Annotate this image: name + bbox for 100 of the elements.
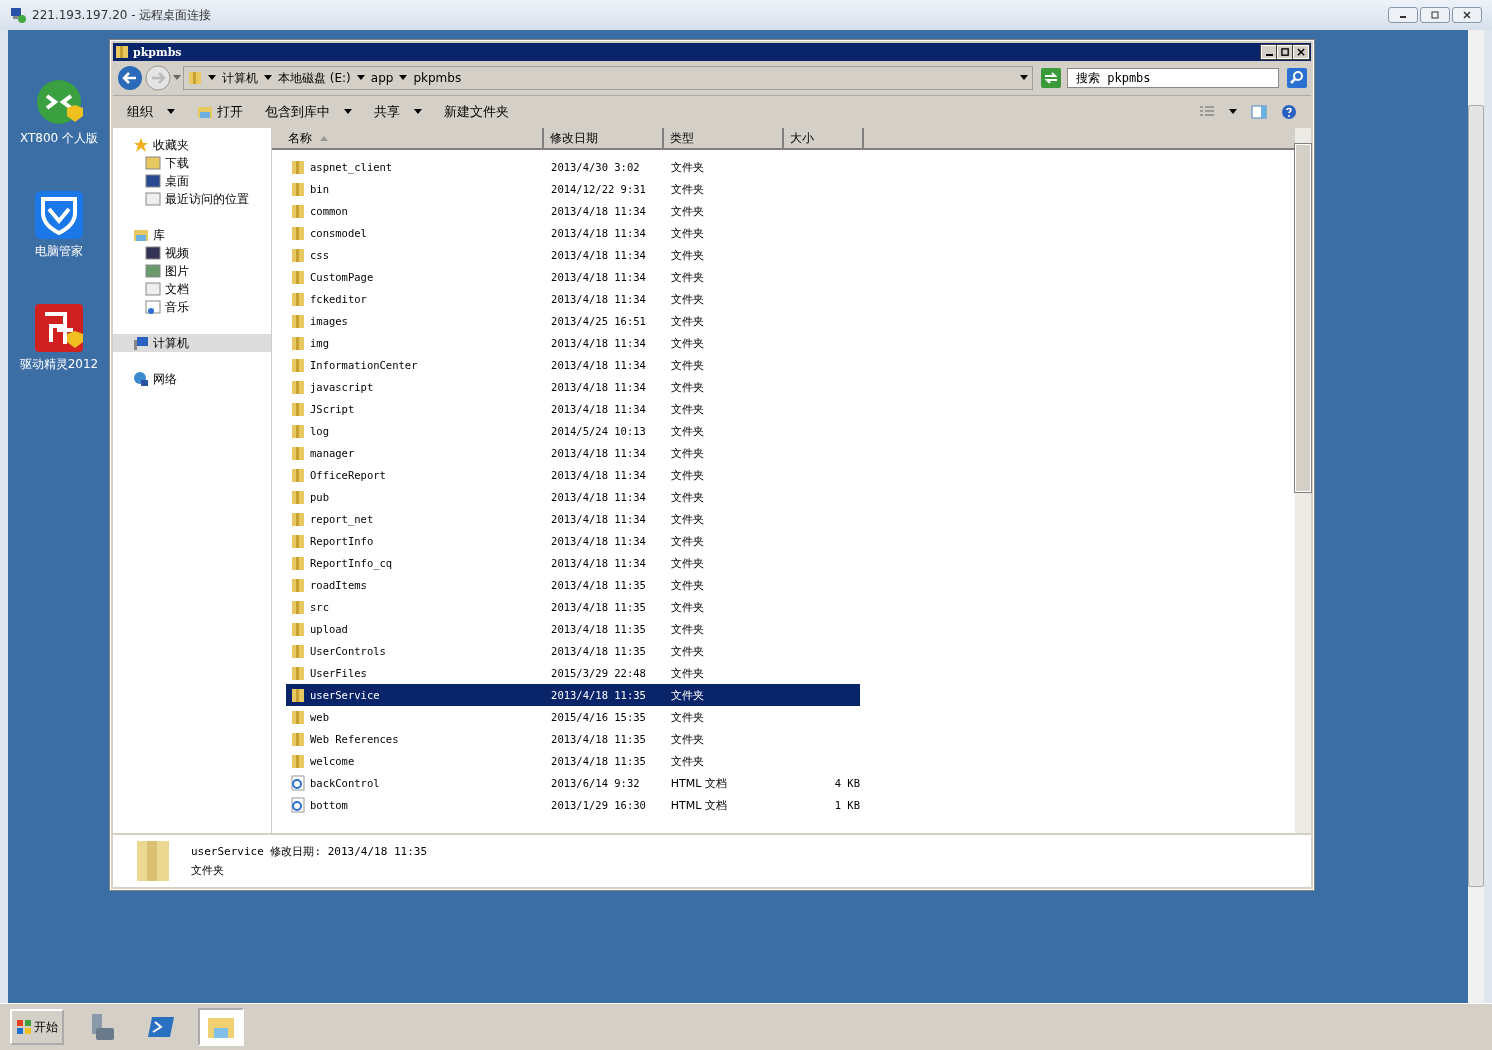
file-row[interactable]: consmodel 2013/4/18 11:34 文件夹 — [286, 222, 860, 244]
file-row[interactable]: ReportInfo_cq 2013/4/18 11:34 文件夹 — [286, 552, 860, 574]
file-row[interactable]: bin 2014/12/22 9:31 文件夹 — [286, 178, 860, 200]
nav-item[interactable]: 最近访问的位置 — [113, 190, 271, 208]
nav-item[interactable]: 文档 — [113, 280, 271, 298]
file-date: 2013/4/25 16:51 — [551, 315, 647, 327]
toolbar-button[interactable]: 新建文件夹 — [436, 99, 517, 125]
star-icon — [133, 137, 149, 153]
remote-control-icon[interactable] — [35, 78, 83, 126]
nav-item[interactable]: 桌面 — [113, 172, 271, 190]
file-row[interactable]: javascript 2013/4/18 11:34 文件夹 — [286, 376, 860, 398]
nav-item[interactable]: 下载 — [113, 154, 271, 172]
column-header[interactable]: 大小 — [784, 128, 864, 148]
minimize-button[interactable] — [1388, 7, 1418, 23]
file-row[interactable]: css 2013/4/18 11:34 文件夹 — [286, 244, 860, 266]
caret-icon[interactable] — [1020, 75, 1028, 81]
start-button[interactable]: 开始 — [10, 1009, 64, 1045]
file-row[interactable]: report_net 2013/4/18 11:34 文件夹 — [286, 508, 860, 530]
toolbar-button[interactable]: 共享 — [366, 99, 430, 125]
column-header[interactable]: 修改日期 — [544, 128, 664, 148]
file-row[interactable]: welcome 2013/4/18 11:35 文件夹 — [286, 750, 860, 772]
nav-item[interactable]: 音乐 — [113, 298, 271, 316]
nav-item[interactable]: 收藏夹 — [113, 136, 271, 154]
file-date: 2013/4/18 11:34 — [551, 557, 647, 569]
close-button[interactable] — [1452, 7, 1482, 23]
file-row[interactable]: src 2013/4/18 11:35 文件夹 — [286, 596, 860, 618]
file-row[interactable]: aspnet_client 2013/4/30 3:02 文件夹 — [286, 156, 860, 178]
file-row[interactable]: fckeditor 2013/4/18 11:34 文件夹 — [286, 288, 860, 310]
file-date: 2013/4/18 11:35 — [551, 601, 647, 613]
file-row[interactable]: CustomPage 2013/4/18 11:34 文件夹 — [286, 266, 860, 288]
windows-logo-icon — [16, 1019, 32, 1035]
maximize-button[interactable] — [1277, 45, 1293, 59]
file-row[interactable]: Web References 2013/4/18 11:35 文件夹 — [286, 728, 860, 750]
file-row[interactable]: images 2013/4/25 16:51 文件夹 — [286, 310, 860, 332]
desktop-icon-label[interactable]: 驱动精灵2012 — [19, 356, 99, 373]
file-row[interactable]: ReportInfo 2013/4/18 11:34 文件夹 — [286, 530, 860, 552]
file-type: HTML 文档 — [670, 775, 728, 791]
nav-item[interactable]: 计算机 — [113, 334, 271, 352]
caret-icon[interactable] — [264, 75, 272, 81]
nav-item[interactable]: 图片 — [113, 262, 271, 280]
folder-icon — [290, 753, 306, 769]
file-row[interactable]: common 2013/4/18 11:34 文件夹 — [286, 200, 860, 222]
file-row[interactable]: upload 2013/4/18 11:35 文件夹 — [286, 618, 860, 640]
caret-icon[interactable] — [1229, 109, 1237, 115]
column-header[interactable]: 名称 — [272, 128, 544, 148]
toolbar-button[interactable]: 打开 — [189, 99, 251, 125]
driver-app-icon[interactable] — [35, 304, 83, 352]
column-header[interactable]: 类型 — [664, 128, 784, 148]
file-date: 2013/4/18 11:34 — [551, 535, 647, 547]
folder-icon — [290, 731, 306, 747]
file-row[interactable]: log 2014/5/24 10:13 文件夹 — [286, 420, 860, 442]
file-row[interactable]: roadItems 2013/4/18 11:35 文件夹 — [286, 574, 860, 596]
folder-icon — [290, 423, 306, 439]
file-row[interactable]: bottom 2013/1/29 16:30 HTML 文档 1 KB — [286, 794, 860, 816]
file-row[interactable]: OfficeReport 2013/4/18 11:34 文件夹 — [286, 464, 860, 486]
breadcrumb-item[interactable]: pkpmbs — [413, 71, 462, 85]
file-row[interactable]: img 2013/4/18 11:34 文件夹 — [286, 332, 860, 354]
toolbar-button[interactable]: 组织 — [119, 99, 183, 125]
file-date: 2015/4/16 15:35 — [551, 711, 647, 723]
file-row[interactable]: JScript 2013/4/18 11:34 文件夹 — [286, 398, 860, 420]
folder-icon — [290, 511, 306, 527]
file-row[interactable]: userService 2013/4/18 11:35 文件夹 — [286, 684, 860, 706]
file-row[interactable]: backControl 2013/6/14 9:32 HTML 文档 4 KB — [286, 772, 860, 794]
html-file-icon — [290, 775, 306, 791]
scrollbar[interactable] — [1295, 128, 1311, 833]
nav-item[interactable]: 视频 — [113, 244, 271, 262]
shield-icon[interactable] — [35, 191, 83, 239]
scrollbar[interactable] — [1468, 30, 1484, 1003]
address-bar[interactable]: 计算机 本地磁盘 (E:) app pkpmbs — [183, 66, 1033, 90]
caret-icon[interactable] — [399, 75, 408, 81]
caret-icon[interactable] — [356, 75, 365, 81]
desktop-icon-label[interactable]: 电脑管家 — [35, 243, 83, 260]
file-row[interactable]: pub 2013/4/18 11:34 文件夹 — [286, 486, 860, 508]
search-icon[interactable] — [1287, 68, 1307, 88]
file-row[interactable]: web 2015/4/16 15:35 文件夹 — [286, 706, 860, 728]
breadcrumb-item[interactable]: app — [370, 71, 394, 85]
file-row[interactable]: manager 2013/4/18 11:34 文件夹 — [286, 442, 860, 464]
nav-item[interactable]: 库 — [113, 226, 271, 244]
help-icon[interactable] — [1281, 104, 1297, 120]
file-name: report_net — [310, 513, 374, 525]
file-row[interactable]: UserFiles 2015/3/29 22:48 文件夹 — [286, 662, 860, 684]
back-button[interactable] — [117, 65, 143, 91]
breadcrumb-item[interactable]: 本地磁盘 (E:) — [278, 69, 351, 87]
refresh-button[interactable] — [1041, 68, 1061, 88]
folder-icon — [115, 45, 129, 59]
html-file-icon — [290, 797, 306, 813]
desktop-icon-label[interactable]: XT800 个人版 — [19, 130, 99, 147]
file-type: 文件夹 — [670, 159, 705, 175]
file-row[interactable]: InformationCenter 2013/4/18 11:34 文件夹 — [286, 354, 860, 376]
search-field[interactable]: 搜索 pkpmbs — [1067, 68, 1279, 88]
file-name: img — [310, 337, 329, 349]
file-row[interactable]: UserControls 2013/4/18 11:35 文件夹 — [286, 640, 860, 662]
file-type: 文件夹 — [670, 555, 705, 571]
caret-icon[interactable] — [208, 75, 216, 81]
breadcrumb-item[interactable]: 计算机 — [222, 69, 258, 87]
file-type: 文件夹 — [670, 401, 705, 417]
toolbar-button[interactable]: 包含到库中 — [257, 99, 360, 125]
nav-item[interactable]: 网络 — [113, 370, 271, 388]
file-name: bin — [310, 183, 329, 195]
folder-icon — [290, 643, 306, 659]
